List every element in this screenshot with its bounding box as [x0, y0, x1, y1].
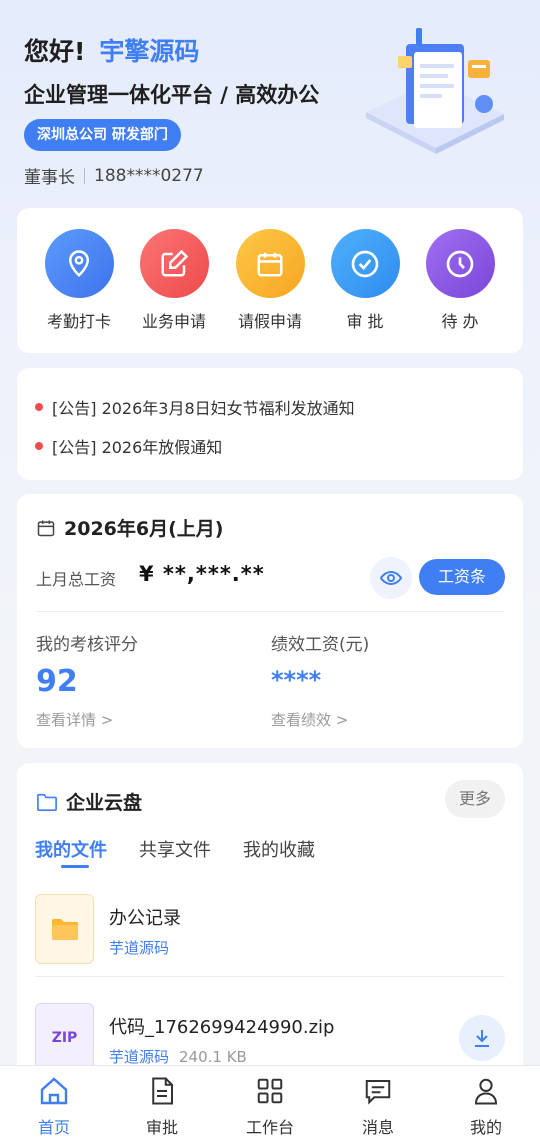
- calendar-icon: [37, 520, 55, 536]
- cloud-title-text: 企业云盘: [66, 792, 143, 814]
- divider: [36, 611, 504, 612]
- more-button[interactable]: 更多: [445, 780, 505, 818]
- tab-shared-files[interactable]: 共享文件: [139, 836, 211, 862]
- bottom-tab-bar: 首页 审批 工作台 消息 我的: [0, 1065, 540, 1139]
- total-salary-value: ¥ **,***.**: [139, 562, 265, 586]
- action-label: 业务申请: [141, 312, 206, 331]
- clock-icon: [425, 229, 495, 298]
- notice-dot: [35, 403, 43, 411]
- tab-approval[interactable]: 审批: [117, 1074, 207, 1138]
- action-business-request[interactable]: 业务申请: [129, 229, 219, 332]
- tab-messages[interactable]: 消息: [333, 1074, 423, 1138]
- office-illustration: [366, 28, 504, 154]
- file-meta: 芋道源码 240.1 KB: [109, 1046, 247, 1067]
- department-badge[interactable]: 深圳总公司 研发部门: [24, 119, 181, 151]
- notice-card: [公告] 2026年3月8日妇女节福利发放通知 [公告] 2026年放假通知: [17, 368, 523, 480]
- calendar-icon: [235, 229, 305, 298]
- salary-period-text: 2026年6月(上月): [64, 518, 224, 540]
- user-info: 董事长 188****0277: [24, 163, 204, 189]
- eye-icon: [379, 570, 403, 586]
- document-icon: [117, 1074, 207, 1108]
- cloud-drive-card: 企业云盘 更多 我的文件 共享文件 我的收藏 办公记录 芋道源码 ZIP 代码_…: [17, 763, 523, 1083]
- toggle-visibility-button[interactable]: [370, 557, 412, 599]
- divider: [35, 976, 505, 977]
- file-size: 240.1 KB: [179, 1048, 247, 1066]
- notice-item[interactable]: [公告] 2026年3月8日妇女节福利发放通知: [35, 395, 355, 419]
- company-name: 宇擎源码: [99, 37, 200, 66]
- score-value: 92: [36, 664, 78, 699]
- notice-dot: [35, 442, 43, 450]
- action-label: 待 办: [441, 312, 479, 331]
- tab-my-files[interactable]: 我的文件: [35, 836, 107, 862]
- user-phone: 188****0277: [94, 165, 204, 186]
- check-circle-icon: [330, 229, 400, 298]
- tab-mine[interactable]: 我的: [441, 1074, 531, 1138]
- file-row[interactable]: 办公记录 芋道源码: [35, 894, 505, 966]
- payslip-button[interactable]: 工资条: [419, 559, 505, 595]
- performance-link[interactable]: 查看绩效 >: [271, 709, 348, 730]
- tab-label: 审批: [145, 1118, 178, 1137]
- divider: [84, 167, 85, 184]
- greeting: 您好! 宇擎源码: [24, 32, 199, 68]
- active-tab-indicator: [61, 865, 89, 868]
- action-label: 考勤打卡: [46, 312, 111, 331]
- folder-icon: [37, 793, 57, 811]
- edit-icon: [139, 229, 209, 298]
- user-role: 董事长: [24, 168, 75, 188]
- header: 您好! 宇擎源码 企业管理一体化平台 / 高效办公 深圳总公司 研发部门 董事长 …: [0, 0, 540, 200]
- quick-actions-card: 考勤打卡 业务申请 请假申请 审 批 待 办: [17, 208, 523, 353]
- tab-label: 工作台: [245, 1118, 294, 1137]
- action-approval[interactable]: 审 批: [320, 229, 410, 332]
- action-label: 审 批: [346, 312, 384, 331]
- notice-item[interactable]: [公告] 2026年放假通知: [35, 434, 222, 458]
- score-details-link[interactable]: 查看详情 >: [36, 709, 113, 730]
- total-salary-label: 上月总工资: [36, 570, 117, 589]
- notice-text: [公告] 2026年3月8日妇女节福利发放通知: [52, 399, 355, 418]
- cloud-title: 企业云盘: [36, 788, 142, 815]
- score-label: 我的考核评分: [36, 635, 138, 655]
- user-icon: [441, 1074, 531, 1108]
- action-leave-request[interactable]: 请假申请: [225, 229, 315, 332]
- file-name: 办公记录: [109, 908, 181, 929]
- performance-value: ****: [271, 666, 322, 694]
- action-attendance[interactable]: 考勤打卡: [34, 229, 124, 332]
- file-type-label: ZIP: [51, 1030, 78, 1046]
- download-button[interactable]: [459, 1015, 505, 1061]
- platform-subtitle: 企业管理一体化平台 / 高效办公: [24, 83, 320, 107]
- folder-icon: [35, 894, 94, 964]
- location-pin-icon: [44, 229, 114, 298]
- greeting-text: 您好!: [24, 37, 86, 66]
- tab-workbench[interactable]: 工作台: [225, 1074, 315, 1138]
- home-icon: [9, 1074, 99, 1108]
- tab-label: 首页: [37, 1118, 70, 1137]
- tab-home[interactable]: 首页: [9, 1074, 99, 1138]
- download-icon: [475, 1030, 489, 1047]
- file-name: 代码_1762699424990.zip: [109, 1017, 335, 1038]
- notice-text: [公告] 2026年放假通知: [52, 438, 223, 457]
- tab-label: 消息: [361, 1118, 394, 1137]
- tab-favorites[interactable]: 我的收藏: [243, 836, 315, 862]
- salary-period: 2026年6月(上月): [36, 514, 223, 541]
- performance-label: 绩效工资(元): [271, 635, 370, 655]
- file-owner: 芋道源码: [109, 939, 170, 957]
- tab-label: 我的: [469, 1118, 502, 1137]
- action-todo[interactable]: 待 办: [415, 229, 505, 332]
- grid-icon: [225, 1074, 315, 1108]
- zip-file-icon: ZIP: [35, 1003, 94, 1073]
- action-label: 请假申请: [237, 312, 302, 331]
- file-owner: 芋道源码: [109, 1048, 170, 1066]
- message-icon: [333, 1074, 423, 1108]
- salary-card: 2026年6月(上月) 上月总工资 ¥ **,***.** 工资条 我的考核评分…: [17, 494, 523, 748]
